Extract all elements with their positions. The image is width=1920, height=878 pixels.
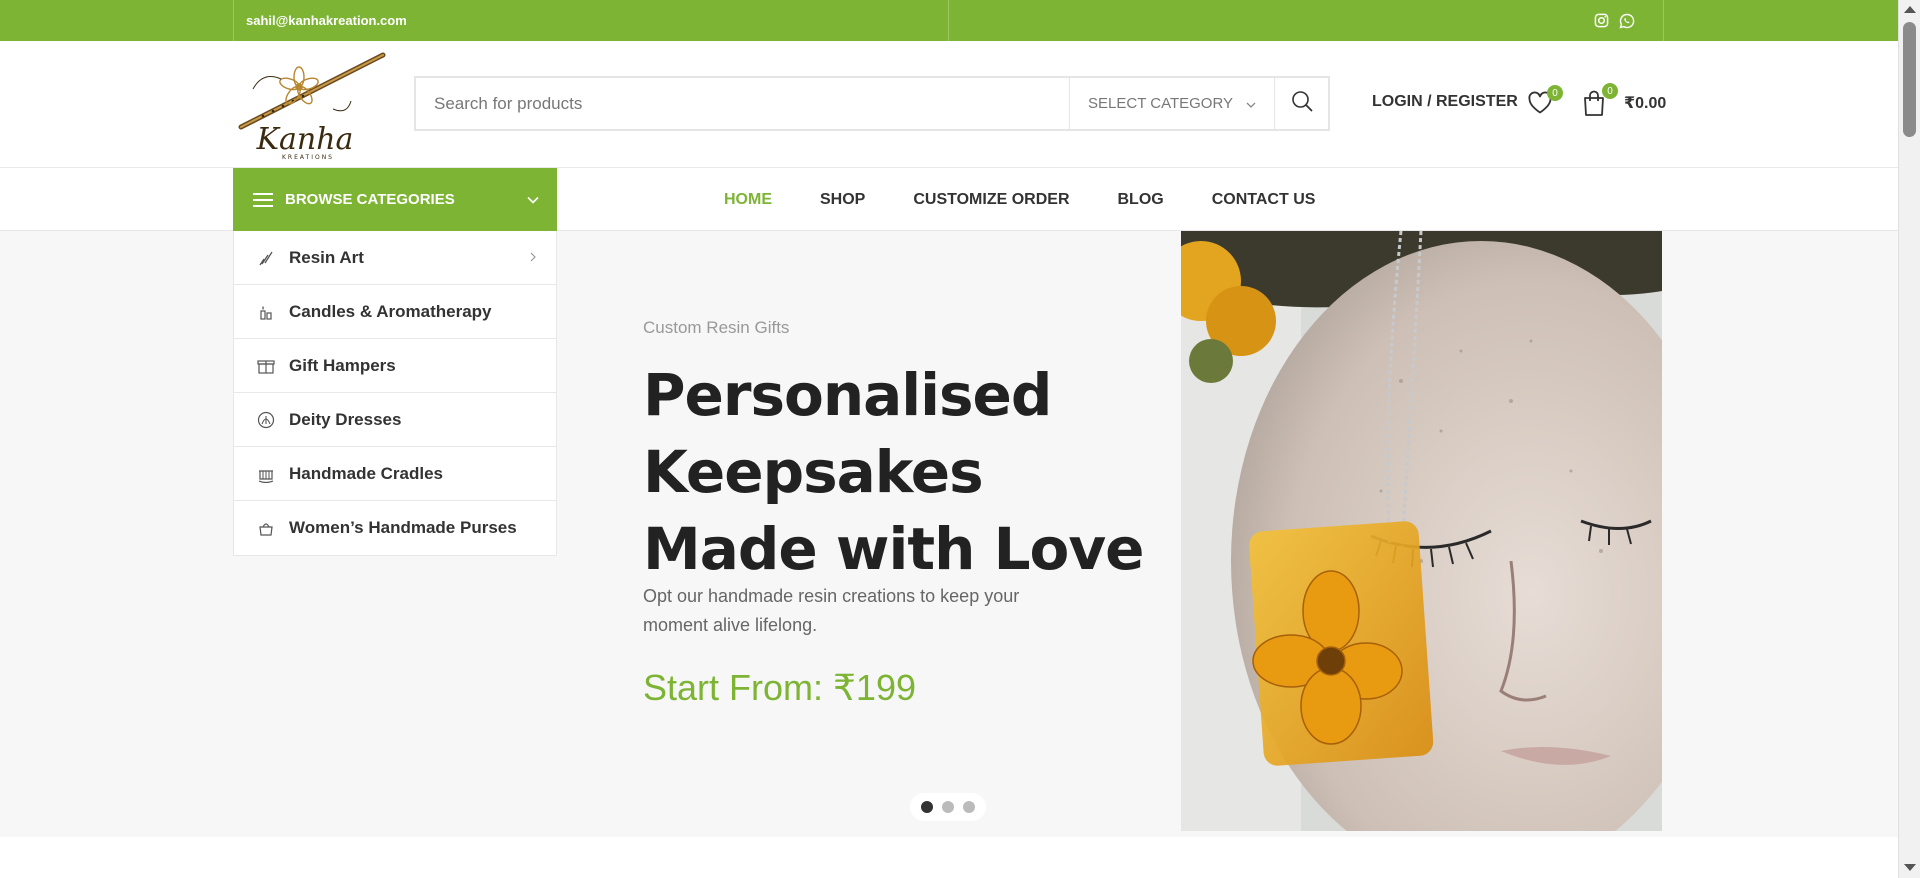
chevron-right-icon (530, 251, 536, 265)
cradle-icon (256, 464, 276, 484)
shopping-bag-icon (1582, 90, 1606, 121)
slide-description: Opt our handmade resin creations to keep… (643, 586, 1020, 635)
contact-email[interactable]: sahil@kanhakreation.com (246, 13, 407, 28)
chevron-down-icon (1246, 95, 1256, 112)
nav-item-contact-us[interactable]: CONTACT US (1188, 191, 1340, 209)
category-label: Handmade Cradles (289, 463, 443, 483)
gift-icon (256, 356, 276, 376)
category-item-deity-dresses[interactable]: Deity Dresses (234, 393, 556, 447)
scroll-up-arrow-icon[interactable] (1904, 6, 1916, 13)
search-input[interactable] (416, 78, 1069, 129)
slider-dot-2[interactable] (942, 801, 954, 813)
browse-categories-button[interactable]: BROWSE CATEGORIES (233, 168, 557, 231)
instagram-icon[interactable] (1593, 13, 1609, 29)
heart-icon (1527, 91, 1553, 119)
category-item-candles[interactable]: Candles & Aromatherapy (234, 285, 556, 339)
category-label: Deity Dresses (289, 409, 402, 429)
category-label: Gift Hampers (289, 355, 396, 375)
brush-icon (256, 248, 276, 268)
deity-icon (256, 410, 276, 430)
category-select[interactable]: SELECT CATEGORY (1069, 78, 1274, 129)
category-label: Women’s Handmade Purses (289, 518, 517, 537)
search-button[interactable] (1274, 78, 1328, 129)
slider-dot-1[interactable] (921, 801, 933, 813)
main-navigation: BROWSE CATEGORIES HOME SHOP CUSTOMIZE OR… (0, 168, 1898, 231)
category-item-gift-hampers[interactable]: Gift Hampers (234, 339, 556, 393)
category-list: Resin Art Candles & Aromatherapy Gift Ha… (233, 231, 557, 556)
category-item-handmade-cradles[interactable]: Handmade Cradles (234, 447, 556, 501)
browse-categories-label: BROWSE CATEGORIES (285, 191, 455, 208)
nav-item-customize-order[interactable]: CUSTOMIZE ORDER (889, 191, 1093, 209)
nav-item-blog[interactable]: BLOG (1094, 191, 1188, 209)
category-item-resin-art[interactable]: Resin Art (234, 231, 556, 285)
hero-image-resin-pendant (1181, 231, 1662, 831)
category-select-label: SELECT CATEGORY (1088, 95, 1234, 112)
page-scrollbar[interactable] (1898, 0, 1920, 878)
top-bar: sahil@kanhakreation.com (0, 0, 1898, 41)
category-item-womens-purses[interactable]: Women’s Handmade Purses (234, 501, 556, 555)
category-label: Resin Art (289, 247, 364, 267)
hamburger-icon (253, 192, 273, 207)
logo-subtext: KREATIONS (282, 154, 334, 161)
site-header: Kanha KREATIONS SELECT CATEGORY LOGIN / … (0, 41, 1898, 168)
scrollbar-thumb[interactable] (1903, 22, 1916, 137)
search-icon (1291, 90, 1313, 117)
logo-text: Kanha (256, 122, 354, 157)
cart-count-badge: 0 (1602, 83, 1618, 99)
scroll-down-arrow-icon[interactable] (1904, 864, 1916, 871)
wishlist-button[interactable]: 0 (1527, 85, 1563, 119)
cart-button[interactable]: 0 (1582, 83, 1618, 117)
login-register-link[interactable]: LOGIN / REGISTER (1372, 93, 1518, 111)
slide-subtitle: Custom Resin Gifts (643, 318, 790, 337)
slide-title: Personalised Keepsakes Made with Love (643, 361, 1145, 583)
nav-item-home[interactable]: HOME (700, 191, 796, 209)
purse-icon (256, 518, 276, 538)
top-bar-social (949, 0, 1664, 41)
cart-total[interactable]: ₹0.00 (1624, 93, 1666, 113)
wishlist-count-badge: 0 (1547, 85, 1563, 101)
whatsapp-icon[interactable] (1619, 13, 1635, 29)
slider-pagination (910, 793, 986, 821)
site-logo[interactable]: Kanha KREATIONS (233, 49, 391, 161)
chevron-down-icon (527, 191, 539, 209)
slider-dot-3[interactable] (963, 801, 975, 813)
nav-item-shop[interactable]: SHOP (796, 191, 889, 209)
top-bar-left: sahil@kanhakreation.com (233, 0, 949, 41)
hero-section: Resin Art Candles & Aromatherapy Gift Ha… (0, 231, 1898, 837)
candle-icon (256, 302, 276, 322)
slide-price: Start From: ₹199 (643, 667, 916, 708)
category-label: Candles & Aromatherapy (289, 301, 492, 321)
search-bar: SELECT CATEGORY (414, 76, 1330, 131)
nav-menu: HOME SHOP CUSTOMIZE ORDER BLOG CONTACT U… (700, 168, 1339, 231)
